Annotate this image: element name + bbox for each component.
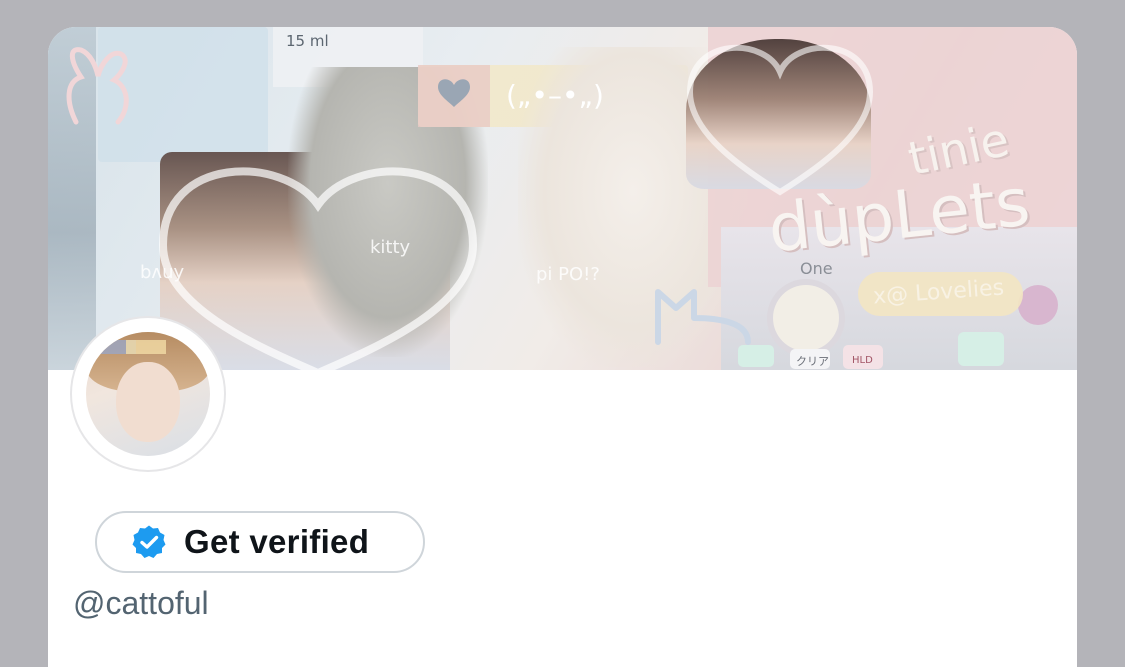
banner-phone-dpad bbox=[773, 285, 839, 351]
get-verified-button[interactable]: Get verified bbox=[95, 511, 425, 573]
banner-caption-pipo: pi PO!? bbox=[536, 264, 600, 285]
banner-caption-phone-brand: One bbox=[800, 259, 833, 278]
get-verified-label: Get verified bbox=[184, 523, 370, 560]
cat-outline-icon bbox=[655, 289, 751, 345]
heart-outline-right-icon bbox=[686, 44, 874, 196]
avatar-face bbox=[116, 362, 180, 442]
banner-caption-phone-hold: HLD bbox=[852, 355, 873, 366]
banner-caption-kaomoji: („•–•„) bbox=[506, 79, 604, 112]
banner-caption-bunny: bʌuy bbox=[140, 262, 185, 283]
avatar[interactable] bbox=[86, 332, 210, 456]
heart-small-icon bbox=[438, 79, 470, 107]
banner-caption-kitty: kitty bbox=[370, 237, 411, 258]
banner-caption-phone-clear: クリア bbox=[796, 355, 829, 368]
banner-phone-button-green-2 bbox=[958, 332, 1004, 366]
avatar-sticker-2 bbox=[126, 340, 166, 354]
banner-purple-dot bbox=[1018, 285, 1058, 325]
bunny-outline-icon bbox=[66, 47, 129, 125]
profile-banner[interactable]: tinie dùpLets x@ Lovelies bʌuy kitty pi … bbox=[48, 27, 1077, 370]
profile-handle: @cattoful bbox=[73, 585, 209, 621]
verified-badge-icon bbox=[132, 525, 166, 558]
banner-caption-bottle: 15 ml bbox=[286, 32, 329, 50]
